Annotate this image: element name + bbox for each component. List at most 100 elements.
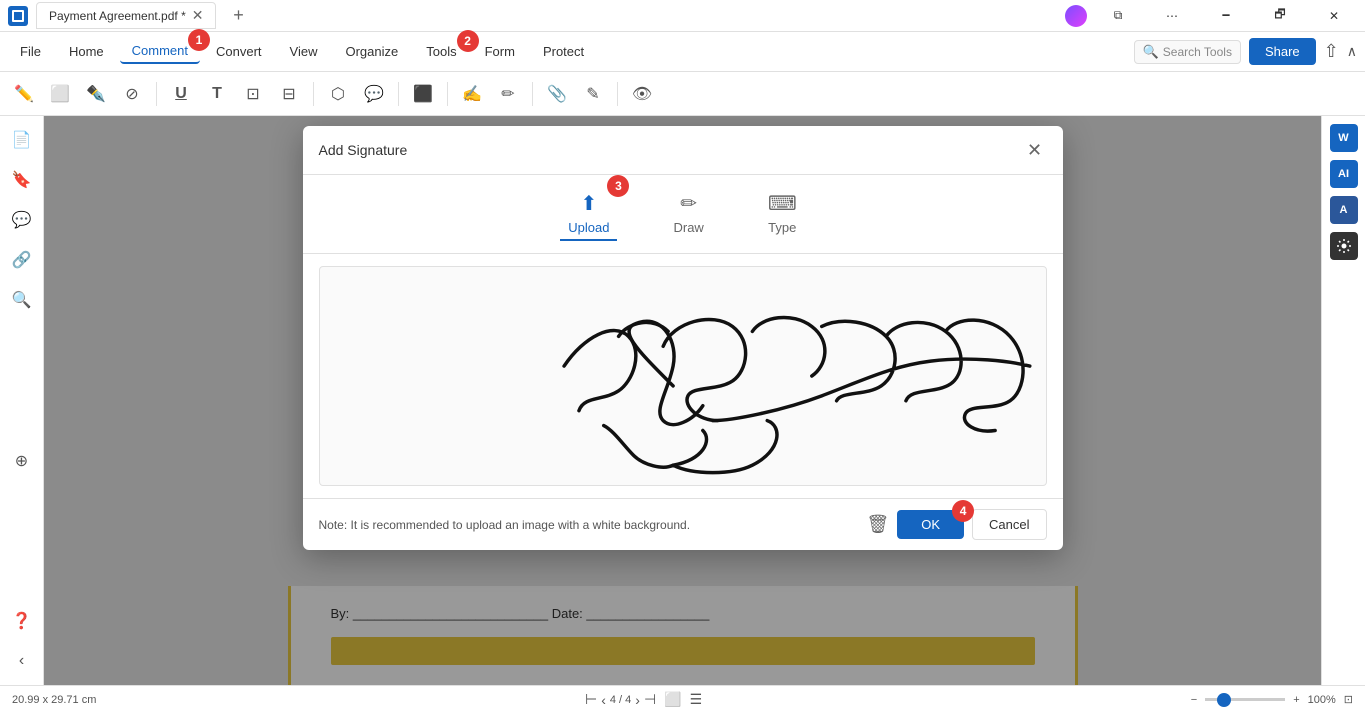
sidebar-prev-icon[interactable]: ‹ xyxy=(6,645,38,677)
tool-callout[interactable]: ⊟ xyxy=(273,78,305,110)
step-badge-4: 4 xyxy=(952,500,974,522)
dialog-action-buttons: 🗑 OK 4 Cancel xyxy=(866,509,1046,540)
word-plugin-icon[interactable]: W xyxy=(1330,124,1358,152)
sidebar-pages-icon[interactable]: 📄 xyxy=(6,124,38,156)
last-page-button[interactable]: ⊣ xyxy=(644,691,656,708)
sidebar-comments-icon[interactable]: 💬 xyxy=(6,204,38,236)
sidebar-bookmarks-icon[interactable]: 🔖 xyxy=(6,164,38,196)
signature-image xyxy=(320,267,1046,485)
tab-type[interactable]: ⌨ Type xyxy=(760,187,805,241)
window-maximize-button[interactable]: 🗗 xyxy=(1257,0,1303,32)
menu-file[interactable]: File xyxy=(8,40,53,63)
tool-area-highlight[interactable]: ⬜ xyxy=(44,78,76,110)
cancel-button[interactable]: Cancel xyxy=(972,509,1046,540)
zoom-in-button[interactable]: + xyxy=(1293,694,1299,706)
scroll-mode-button[interactable]: ☰ xyxy=(690,691,703,708)
window-minimize-button[interactable]: 🗕 xyxy=(1203,0,1249,32)
tab-title: Payment Agreement.pdf * xyxy=(49,9,186,23)
dialog-tabs: 3 ⬆ Upload ✏ Draw ⌨ Type xyxy=(303,175,1063,254)
menu-right-section: 🔍 Search Tools Share ⇧ ∧ xyxy=(1134,38,1357,65)
delete-signature-button[interactable]: 🗑 xyxy=(866,514,889,535)
tool-eraser[interactable]: ⊘ xyxy=(116,78,148,110)
tool-pen[interactable]: ✒️ xyxy=(80,78,112,110)
collapse-icon[interactable]: ∧ xyxy=(1347,43,1357,60)
right-sidebar: W AI A xyxy=(1321,116,1365,685)
step-badge-1: 1 xyxy=(188,29,210,51)
fit-page-button[interactable]: ⊡ xyxy=(1344,693,1353,706)
dialog-header: Add Signature ✕ xyxy=(303,126,1063,175)
left-sidebar: 📄 🔖 💬 🔗 🔍 ⊕ ❓ ‹ xyxy=(0,116,44,685)
toolbar-separator-1 xyxy=(156,82,157,106)
tool-attachment[interactable]: 📎 xyxy=(541,78,573,110)
word-plugin-icon-2[interactable]: A xyxy=(1330,196,1358,224)
menu-tools[interactable]: Tools 2 xyxy=(414,40,468,63)
upload-tab-icon: ⬆ xyxy=(581,191,598,216)
tab-upload[interactable]: 3 ⬆ Upload xyxy=(560,187,617,241)
main-area: 📄 🔖 💬 🔗 🔍 ⊕ ❓ ‹ By: ____________________… xyxy=(0,116,1365,685)
window-menu-button[interactable]: ⋯ xyxy=(1149,0,1195,32)
title-bar-left: Payment Agreement.pdf * ✕ + xyxy=(8,2,252,30)
next-page-button[interactable]: › xyxy=(635,692,640,708)
page-number: 4 / 4 xyxy=(610,694,631,706)
type-tab-label: Type xyxy=(768,220,796,235)
tool-shapes[interactable]: ⬡ xyxy=(322,78,354,110)
menu-view[interactable]: View xyxy=(278,40,330,63)
tool-stamp[interactable]: ⬛ xyxy=(407,78,439,110)
dialog-title: Add Signature xyxy=(319,142,408,158)
dialog-note: Note: It is recommended to upload an ima… xyxy=(319,518,691,532)
menu-comment[interactable]: Comment 1 xyxy=(120,39,200,64)
zoom-out-button[interactable]: − xyxy=(1191,694,1197,706)
upload-tab-label: Upload xyxy=(568,220,609,235)
sidebar-search-icon[interactable]: 🔍 xyxy=(6,284,38,316)
content-area: By: ___________________________ Date: __… xyxy=(44,116,1321,685)
menu-organize[interactable]: Organize xyxy=(333,40,410,63)
title-bar: Payment Agreement.pdf * ✕ + ⧉ ⋯ 🗕 🗗 ✕ xyxy=(0,0,1365,32)
modal-overlay: Add Signature ✕ 3 ⬆ Upload ✏ Draw ⌨ xyxy=(44,116,1321,685)
settings-icon[interactable] xyxy=(1330,232,1358,260)
window-restore-button[interactable]: ⧉ xyxy=(1095,0,1141,32)
tool-comment[interactable]: ✎ xyxy=(577,78,609,110)
tool-highlight[interactable]: ✏️ xyxy=(8,78,40,110)
menu-protect[interactable]: Protect xyxy=(531,40,596,63)
upload-cloud-icon[interactable]: ⇧ xyxy=(1324,41,1339,62)
add-signature-dialog: Add Signature ✕ 3 ⬆ Upload ✏ Draw ⌨ xyxy=(303,126,1063,550)
tab-close-button[interactable]: ✕ xyxy=(192,7,204,24)
zoom-slider[interactable] xyxy=(1205,698,1285,701)
tool-note[interactable]: 💬 xyxy=(358,78,390,110)
status-center: ⊢ ‹ 4 / 4 › ⊣ ⬜ ☰ xyxy=(585,691,702,708)
current-tab[interactable]: Payment Agreement.pdf * ✕ xyxy=(36,2,216,29)
ai-plugin-icon[interactable]: AI xyxy=(1330,160,1358,188)
sidebar-links-icon[interactable]: 🔗 xyxy=(6,244,38,276)
tool-pencil[interactable]: ✏ xyxy=(492,78,524,110)
tool-text[interactable]: T xyxy=(201,78,233,110)
menu-form[interactable]: Form xyxy=(473,40,527,63)
first-page-button[interactable]: ⊢ xyxy=(585,691,597,708)
prev-page-button[interactable]: ‹ xyxy=(601,692,606,708)
search-tools-box[interactable]: 🔍 Search Tools xyxy=(1134,40,1241,64)
draw-tab-icon: ✏ xyxy=(680,191,697,216)
page-dimensions: 20.99 x 29.71 cm xyxy=(12,694,96,706)
dialog-close-button[interactable]: ✕ xyxy=(1023,138,1047,162)
step-badge-3: 3 xyxy=(607,175,629,197)
toolbar-separator-3 xyxy=(398,82,399,106)
sidebar-help-icon[interactable]: ❓ xyxy=(6,605,38,637)
tool-underline[interactable]: U xyxy=(165,78,197,110)
new-tab-button[interactable]: + xyxy=(224,2,252,30)
tool-sign[interactable]: ✍ xyxy=(456,78,488,110)
share-button[interactable]: Share xyxy=(1249,38,1316,65)
view-mode-button[interactable]: ⬜ xyxy=(664,691,681,708)
menu-convert[interactable]: Convert xyxy=(204,40,274,63)
user-avatar[interactable] xyxy=(1065,5,1087,27)
app-icon xyxy=(8,6,28,26)
tool-preview[interactable]: 👁 xyxy=(626,78,658,110)
window-close-button[interactable]: ✕ xyxy=(1311,0,1357,32)
toolbar: ✏️ ⬜ ✒️ ⊘ U T ⊡ ⊟ ⬡ 💬 ⬛ ✍ ✏ 📎 ✎ 👁 xyxy=(0,72,1365,116)
menu-bar: File Home Comment 1 Convert View Organiz… xyxy=(0,32,1365,72)
dialog-footer: Note: It is recommended to upload an ima… xyxy=(303,498,1063,550)
sidebar-layers-icon[interactable]: ⊕ xyxy=(6,445,38,477)
signature-preview-area xyxy=(319,266,1047,486)
tool-textbox[interactable]: ⊡ xyxy=(237,78,269,110)
menu-home[interactable]: Home xyxy=(57,40,116,63)
tab-draw[interactable]: ✏ Draw xyxy=(665,187,711,241)
status-right: − + 100% ⊡ xyxy=(1191,693,1353,706)
